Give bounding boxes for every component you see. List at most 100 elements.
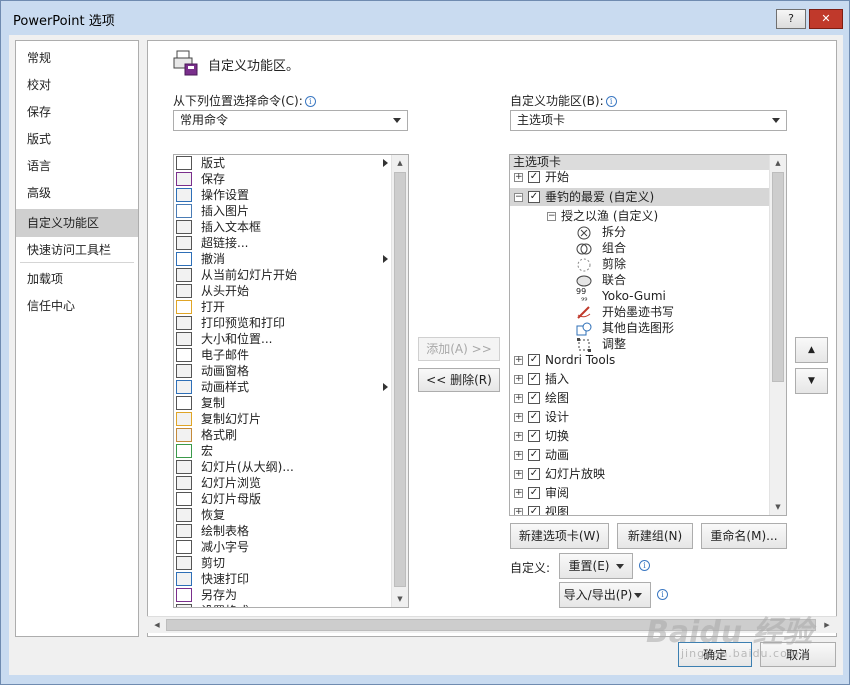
tree-tab[interactable]: 视图 xyxy=(545,503,569,515)
scroll-down-button[interactable]: ▼ xyxy=(392,591,408,607)
remove-button[interactable]: << 删除(R) xyxy=(418,368,500,392)
tree-tab[interactable]: 插入 xyxy=(545,370,569,388)
command-item[interactable]: 打印预览和打印 xyxy=(174,315,392,331)
new-tab-button[interactable]: 新建选项卡(W) xyxy=(510,523,609,549)
checkbox[interactable]: ✓ xyxy=(528,449,540,461)
expand-icon[interactable]: + xyxy=(514,451,523,460)
command-item[interactable]: 剪切 xyxy=(174,555,392,571)
reset-button[interactable]: 重置(E) xyxy=(559,553,633,579)
expand-icon[interactable]: + xyxy=(514,489,523,498)
command-item[interactable]: 幻灯片(从大纲)... xyxy=(174,459,392,475)
help-button[interactable]: ? xyxy=(776,9,806,29)
command-item[interactable]: 插入文本框 xyxy=(174,219,392,235)
command-item[interactable]: 复制幻灯片 xyxy=(174,411,392,427)
nav-item-layout[interactable]: 版式 xyxy=(16,126,138,152)
expand-icon[interactable]: + xyxy=(514,432,523,441)
scroll-thumb[interactable] xyxy=(772,172,784,382)
scroll-left-button[interactable]: ◀ xyxy=(149,617,165,633)
nav-item-addins[interactable]: 加载项 xyxy=(16,266,138,292)
info-icon[interactable]: i xyxy=(639,560,650,571)
info-icon[interactable]: i xyxy=(304,96,316,107)
command-item[interactable]: 快速打印 xyxy=(174,571,392,587)
command-item[interactable]: 电子邮件 xyxy=(174,347,392,363)
scroll-up-button[interactable]: ▲ xyxy=(770,155,786,171)
tree-tab[interactable]: 切换 xyxy=(545,427,569,445)
rename-button[interactable]: 重命名(M)... xyxy=(701,523,787,549)
command-item[interactable]: 保存 xyxy=(174,171,392,187)
nav-item-language[interactable]: 语言 xyxy=(16,153,138,179)
new-group-button[interactable]: 新建组(N) xyxy=(617,523,693,549)
choose-commands-combo[interactable]: 常用命令 xyxy=(173,110,408,131)
commands-scrollbar[interactable]: ▲ ▼ xyxy=(391,155,408,607)
scroll-down-button[interactable]: ▼ xyxy=(770,499,786,515)
command-item[interactable]: 动画窗格 xyxy=(174,363,392,379)
command-item[interactable]: 从头开始 xyxy=(174,283,392,299)
command-item[interactable]: 恢复 xyxy=(174,507,392,523)
nav-item-advanced[interactable]: 高级 xyxy=(16,180,138,206)
command-item[interactable]: 减小字号 xyxy=(174,539,392,555)
nav-item-general[interactable]: 常规 xyxy=(16,45,138,71)
tree-tab[interactable]: 动画 xyxy=(545,446,569,464)
checkbox[interactable]: ✓ xyxy=(528,373,540,385)
nav-item-customize-ribbon[interactable]: 自定义功能区 xyxy=(16,209,138,237)
command-item[interactable]: 动画样式 xyxy=(174,379,392,395)
command-item[interactable]: 幻灯片浏览 xyxy=(174,475,392,491)
nav-item-trust-center[interactable]: 信任中心 xyxy=(16,293,138,319)
expand-icon[interactable]: + xyxy=(514,356,523,365)
ribbon-tree[interactable]: 主选项卡 + ✓ 开始 − ✓ 垂钓的最爱 (自定义) − 授之以渔 (自定义)… xyxy=(509,154,787,516)
command-item[interactable]: 版式 xyxy=(174,155,392,171)
command-item[interactable]: 操作设置 xyxy=(174,187,392,203)
command-item[interactable]: 打开 xyxy=(174,299,392,315)
tree-tab[interactable]: 审阅 xyxy=(545,484,569,502)
commands-list[interactable]: 版式 保存 操作设置 插入图片 插入文本框 超链接... 撤消 从当前幻灯片开始 从头开始 打开打… xyxy=(173,154,409,608)
command-item[interactable]: 超链接... xyxy=(174,235,392,251)
tree-tab[interactable]: Nordri Tools xyxy=(545,351,615,369)
command-item[interactable]: 另存为 xyxy=(174,587,392,603)
customize-ribbon-combo[interactable]: 主选项卡 xyxy=(510,110,787,131)
scroll-up-button[interactable]: ▲ xyxy=(392,155,408,171)
tree-tab[interactable]: 设计 xyxy=(545,408,569,426)
tree-tab[interactable]: 幻灯片放映 xyxy=(545,465,605,483)
checkbox[interactable]: ✓ xyxy=(528,191,540,203)
tree-tab-custom[interactable]: 垂钓的最爱 (自定义) xyxy=(545,188,654,206)
checkbox[interactable]: ✓ xyxy=(528,392,540,404)
command-item[interactable]: 复制 xyxy=(174,395,392,411)
command-item[interactable]: 宏 xyxy=(174,443,392,459)
expand-icon[interactable]: + xyxy=(514,470,523,479)
command-item[interactable]: 设置格式 xyxy=(174,603,392,607)
info-icon[interactable]: i xyxy=(605,96,617,107)
checkbox[interactable]: ✓ xyxy=(528,354,540,366)
command-item[interactable]: 格式刷 xyxy=(174,427,392,443)
expand-icon[interactable]: + xyxy=(514,413,523,422)
expand-icon[interactable]: + xyxy=(514,375,523,384)
collapse-icon[interactable]: − xyxy=(514,193,523,202)
add-button[interactable]: 添加(A) >> xyxy=(418,337,500,361)
checkbox[interactable]: ✓ xyxy=(528,487,540,499)
nav-item-quick-access[interactable]: 快速访问工具栏 xyxy=(16,237,138,263)
collapse-icon[interactable]: − xyxy=(547,212,556,221)
command-item[interactable]: 撤消 xyxy=(174,251,392,267)
expand-icon[interactable]: + xyxy=(514,394,523,403)
move-up-button[interactable]: ▲ xyxy=(795,337,828,363)
command-item[interactable]: 幻灯片母版 xyxy=(174,491,392,507)
scroll-thumb[interactable] xyxy=(394,172,406,587)
move-down-button[interactable]: ▼ xyxy=(795,368,828,394)
nav-item-proofing[interactable]: 校对 xyxy=(16,72,138,98)
checkbox[interactable]: ✓ xyxy=(528,411,540,423)
expand-icon[interactable]: + xyxy=(514,173,523,182)
command-item[interactable]: 绘制表格 xyxy=(174,523,392,539)
checkbox[interactable]: ✓ xyxy=(528,430,540,442)
close-button[interactable]: ✕ xyxy=(809,9,843,29)
expand-icon[interactable]: + xyxy=(514,508,523,515)
scroll-right-button[interactable]: ▶ xyxy=(819,617,835,633)
checkbox[interactable]: ✓ xyxy=(528,506,540,515)
tree-tab[interactable]: 绘图 xyxy=(545,389,569,407)
info-icon[interactable]: i xyxy=(657,589,668,600)
command-item[interactable]: 插入图片 xyxy=(174,203,392,219)
tree-tab-home[interactable]: 开始 xyxy=(545,168,569,186)
command-item[interactable]: 大小和位置... xyxy=(174,331,392,347)
checkbox[interactable]: ✓ xyxy=(528,171,540,183)
checkbox[interactable]: ✓ xyxy=(528,468,540,480)
import-export-button[interactable]: 导入/导出(P) xyxy=(559,582,651,608)
nav-item-save[interactable]: 保存 xyxy=(16,99,138,125)
